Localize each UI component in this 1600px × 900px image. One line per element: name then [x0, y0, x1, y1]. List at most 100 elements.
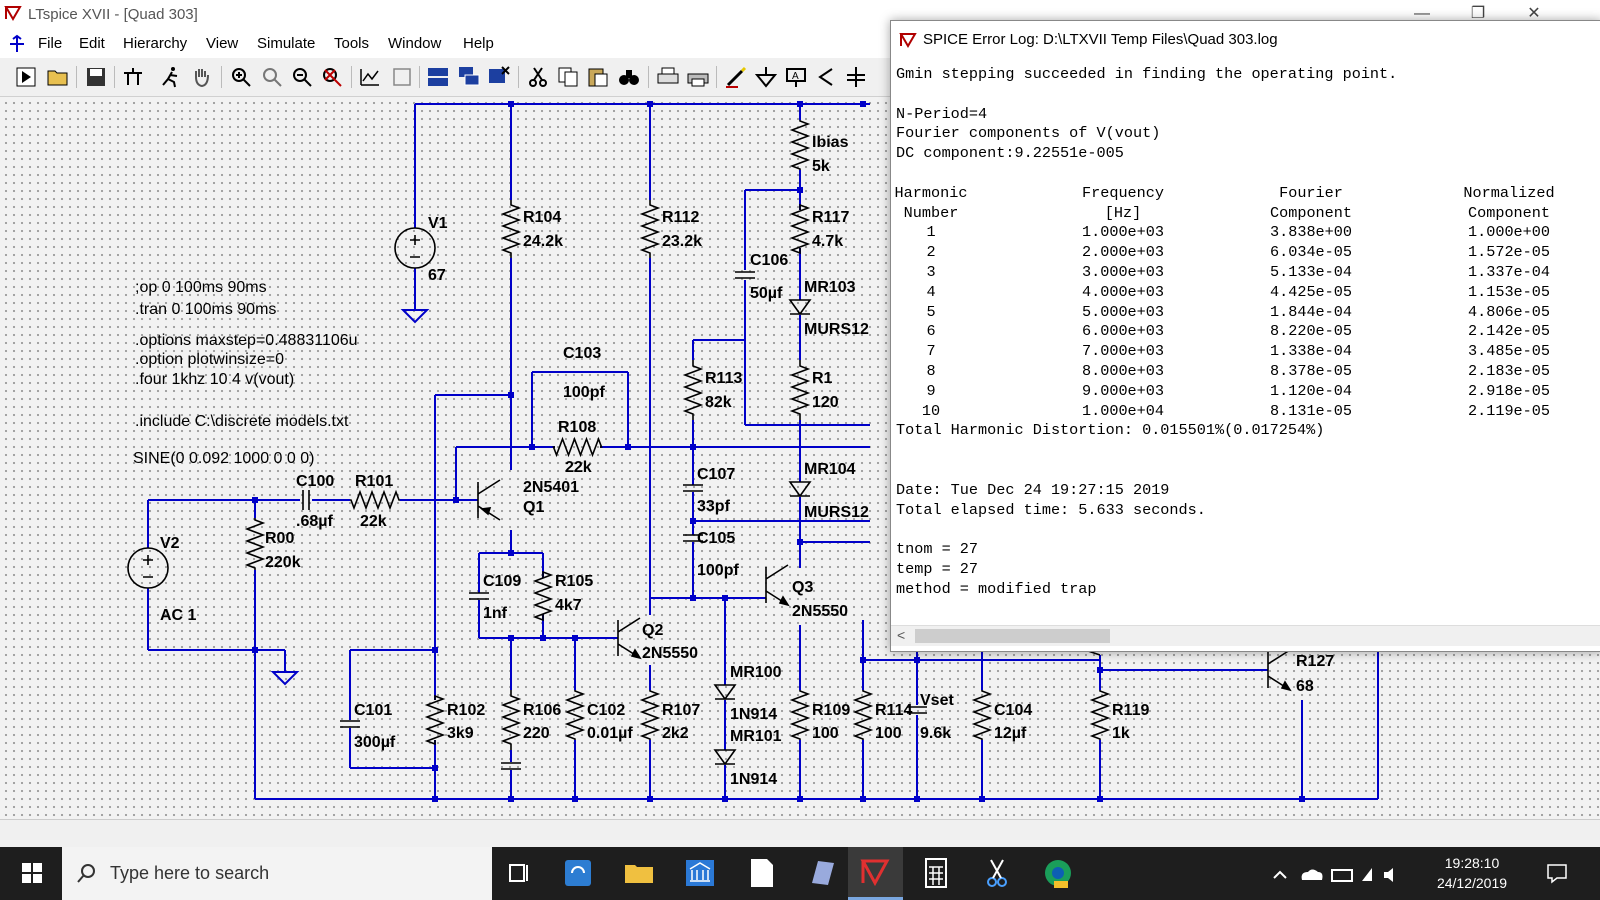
component-value[interactable]: 50µf — [750, 285, 783, 302]
component-name[interactable]: C107 — [697, 466, 735, 483]
spice-directive[interactable]: .include C:\discrete models.txt — [135, 413, 349, 430]
ground-icon[interactable] — [754, 65, 778, 89]
menu-view[interactable]: View — [206, 35, 238, 52]
taskbar-search[interactable]: Type here to search — [62, 847, 492, 900]
junction-node[interactable] — [860, 796, 866, 802]
save-icon[interactable] — [84, 65, 108, 89]
component-name[interactable]: MR100 — [730, 664, 782, 681]
component-value[interactable]: 1k — [1112, 725, 1130, 742]
scroll-left-icon[interactable]: < — [897, 627, 905, 643]
junction-node[interactable] — [860, 101, 866, 107]
component-name[interactable]: MR104 — [804, 461, 856, 478]
sync-app-icon[interactable] — [556, 855, 600, 891]
schematic-doc-icon[interactable] — [6, 33, 28, 55]
component-name[interactable]: R113 — [705, 370, 742, 387]
horizontal-scrollbar[interactable]: < — [891, 625, 1600, 646]
resistor[interactable] — [564, 690, 586, 740]
resistor[interactable] — [971, 690, 993, 740]
junction-node[interactable] — [914, 657, 920, 663]
component-value[interactable]: 0.01µf — [587, 725, 633, 742]
junction-node[interactable] — [797, 539, 803, 545]
clock-date[interactable]: 24/12/2019 — [1432, 875, 1512, 891]
windows-start-icon[interactable] — [10, 855, 54, 891]
print-setup-icon[interactable] — [686, 65, 710, 89]
edge-dev-icon[interactable] — [1036, 855, 1080, 891]
transistor[interactable] — [477, 479, 501, 521]
junction-node[interactable] — [540, 635, 546, 641]
capacitor[interactable] — [340, 720, 360, 728]
junction-node[interactable] — [647, 101, 653, 107]
junction-node[interactable] — [432, 647, 438, 653]
component-value[interactable]: 100 — [875, 725, 902, 742]
component-value[interactable]: MURS12 — [804, 321, 869, 338]
component-value[interactable]: 2N5550 — [642, 645, 698, 662]
capacitor[interactable] — [469, 592, 489, 600]
junction-node[interactable] — [690, 518, 696, 524]
component-name[interactable]: R106 — [523, 702, 561, 719]
scrollbar-thumb[interactable] — [915, 629, 1110, 643]
autorange-icon[interactable] — [358, 65, 382, 89]
component-name[interactable]: R105 — [555, 573, 593, 590]
print-icon[interactable] — [656, 65, 680, 89]
component-name[interactable]: R101 — [355, 473, 393, 490]
component-value[interactable]: 22k — [360, 513, 387, 530]
component-value[interactable]: 4k7 — [555, 597, 582, 614]
component-name[interactable]: C103 — [563, 345, 601, 362]
view-spice-icon[interactable] — [390, 65, 414, 89]
component-value[interactable]: 220k — [265, 554, 301, 571]
resistor[interactable] — [552, 436, 603, 458]
snipping-tool-icon[interactable] — [975, 855, 1019, 891]
resistor[interactable] — [639, 690, 661, 740]
component-name[interactable]: C104 — [994, 702, 1032, 719]
component-value[interactable]: 82k — [705, 394, 732, 411]
resistor[interactable] — [500, 690, 522, 750]
junction-node[interactable] — [1097, 796, 1103, 802]
component-value[interactable]: 33pf — [697, 498, 731, 515]
menu-simulate[interactable]: Simulate — [257, 35, 315, 52]
error-log-text[interactable]: Gmin stepping succeeded in finding the o… — [891, 59, 1600, 641]
component-name[interactable]: C105 — [697, 530, 735, 547]
copy-icon[interactable] — [556, 65, 580, 89]
component-name[interactable]: R00 — [265, 530, 294, 547]
cascade-icon[interactable] — [457, 65, 481, 89]
component-value[interactable]: 1N914 — [730, 706, 777, 723]
capacitor-icon[interactable] — [844, 65, 868, 89]
component-value[interactable]: .68µf — [296, 513, 333, 530]
junction-node[interactable] — [252, 647, 258, 653]
junction-node[interactable] — [1299, 796, 1305, 802]
component-value[interactable]: 2N5401 — [523, 479, 579, 496]
bank-app-icon[interactable] — [678, 855, 722, 891]
component-value[interactable]: 3k9 — [447, 725, 474, 742]
capacitor[interactable] — [501, 762, 521, 770]
junction-node[interactable] — [508, 550, 514, 556]
component-value[interactable]: 300µf — [354, 734, 396, 751]
component-name[interactable]: V2 — [160, 535, 180, 552]
menu-help[interactable]: Help — [463, 35, 494, 52]
spice-directive[interactable]: ;op 0 100ms 90ms — [135, 279, 267, 296]
component-value[interactable]: 5k — [812, 158, 830, 175]
capacitor[interactable] — [302, 490, 310, 510]
diode[interactable] — [788, 299, 812, 316]
component-name[interactable]: R108 — [558, 419, 596, 436]
menu-window[interactable]: Window — [388, 35, 441, 52]
junction-node[interactable] — [1097, 667, 1103, 673]
component-name[interactable]: R117 — [812, 209, 849, 226]
calculator-icon[interactable] — [914, 855, 958, 891]
spice-directive[interactable]: .four 1khz 10 4 v(vout) — [135, 371, 294, 388]
junction-node[interactable] — [797, 187, 803, 193]
task-view-icon[interactable] — [497, 855, 541, 891]
component-value[interactable]: 12µf — [994, 725, 1027, 742]
component-name[interactable]: C100 — [296, 473, 334, 490]
capacitor[interactable] — [683, 484, 703, 492]
notifications-icon[interactable] — [1545, 861, 1569, 885]
junction-node[interactable] — [453, 497, 459, 503]
spice-error-log-window[interactable]: SPICE Error Log: D:\LTXVII Temp Files\Qu… — [890, 20, 1600, 652]
component-name[interactable]: C101 — [354, 702, 392, 719]
junction-node[interactable] — [797, 101, 803, 107]
diode[interactable] — [788, 481, 812, 498]
junction-node[interactable] — [508, 392, 514, 398]
label-net-icon[interactable]: A — [784, 65, 808, 89]
component-name[interactable]: V1 — [428, 215, 448, 232]
capacitor[interactable] — [735, 271, 755, 279]
ltspice-taskbar-icon[interactable] — [853, 855, 897, 891]
